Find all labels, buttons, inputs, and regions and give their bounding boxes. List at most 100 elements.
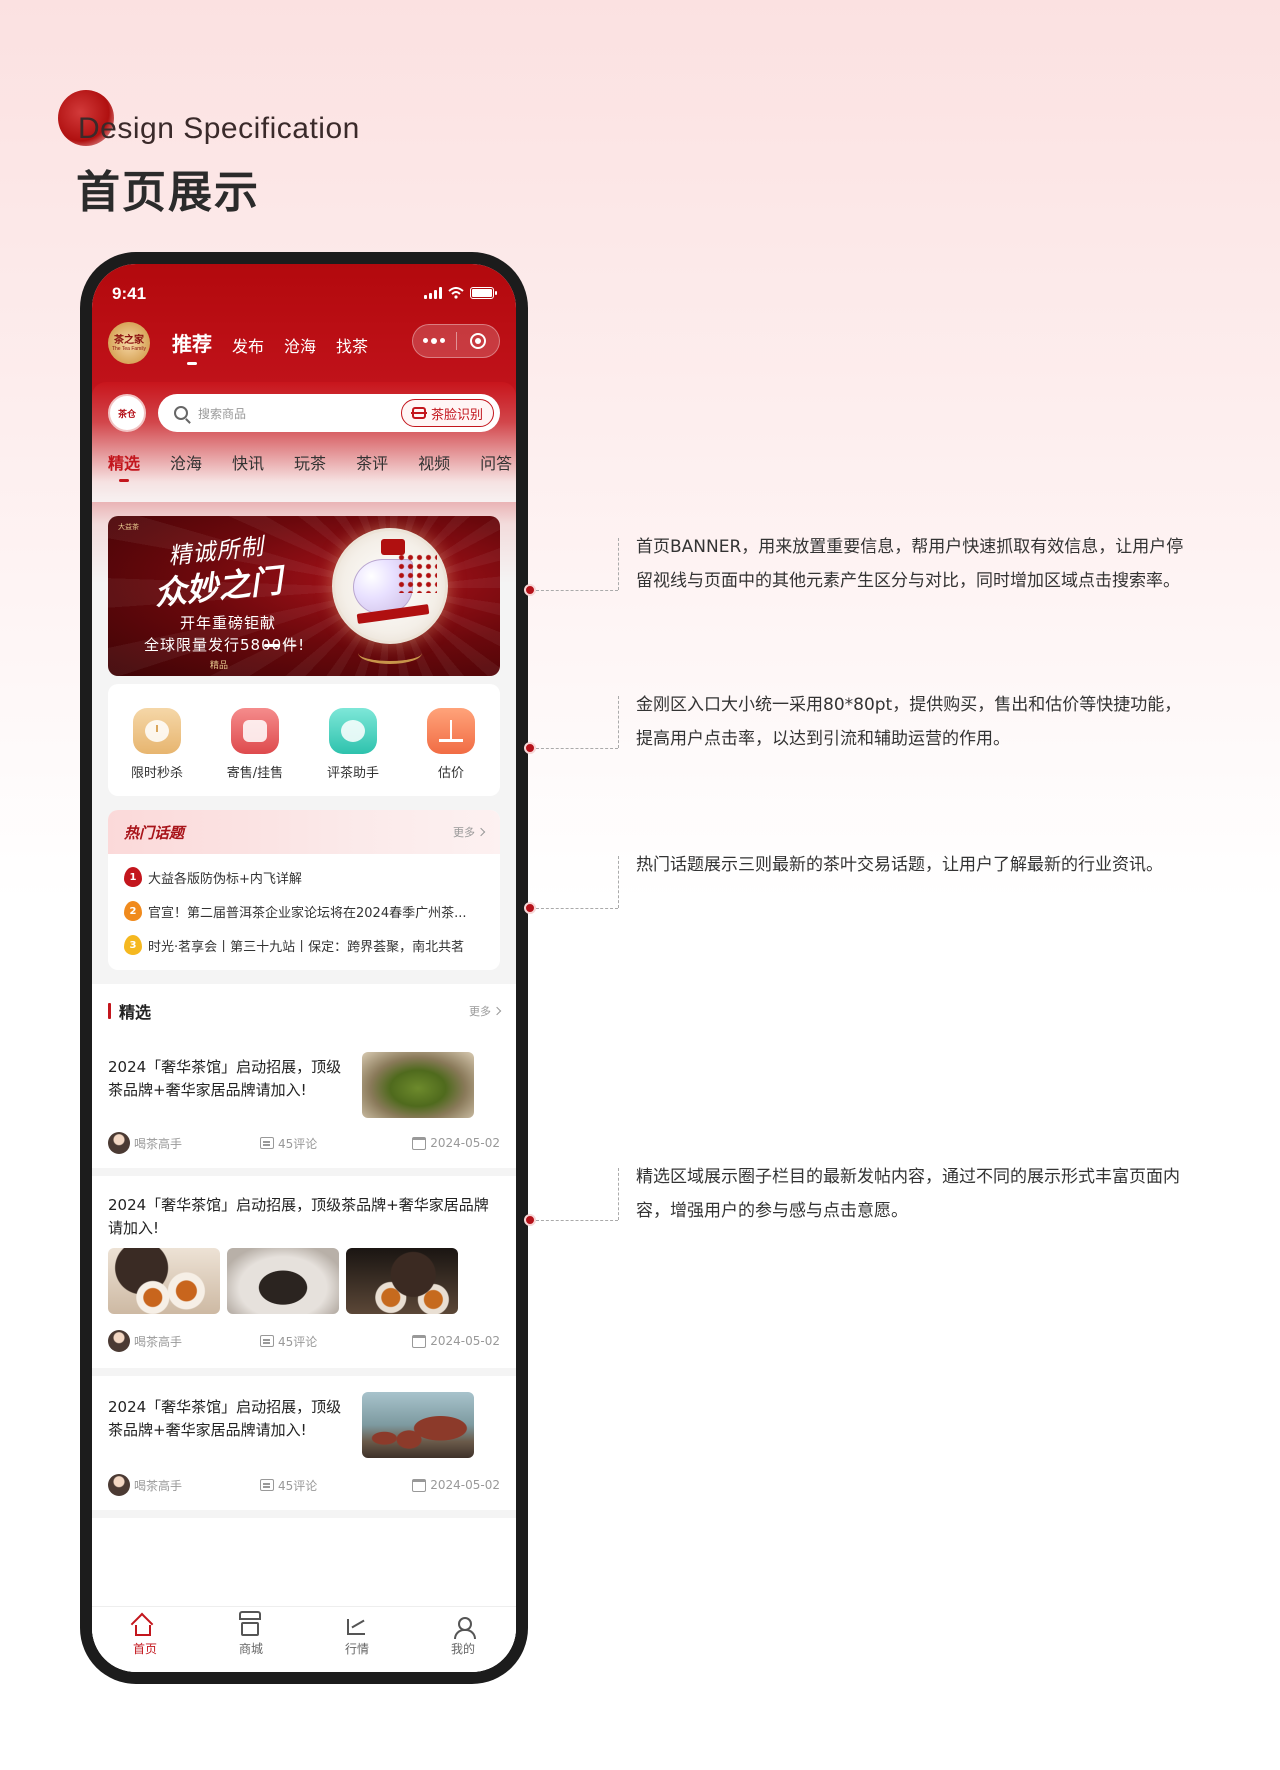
scan-label: 茶脸识别	[430, 407, 483, 423]
tab-find-tea[interactable]: 找茶	[336, 333, 368, 357]
chevron-right-icon	[492, 1006, 502, 1016]
annotation-text: 金刚区入口大小统一采用80*80pt，提供购买，售出和估价等快捷功能，提高用户点…	[636, 695, 1182, 749]
category-tab-play[interactable]: 玩茶	[294, 450, 326, 474]
home-banner[interactable]: 大益茶 精诚所制 众妙之门 开年重磅钜献 全球限量发行5800件! 精品	[108, 516, 500, 676]
home-icon	[135, 1625, 151, 1636]
scan-icon	[410, 407, 427, 419]
miniprogram-capsule	[412, 324, 500, 358]
banner-dot	[292, 644, 296, 647]
status-bar: 9:41	[92, 284, 516, 308]
annotation-connector	[536, 590, 618, 591]
banner-headline: 开年重磅钜献	[180, 614, 277, 632]
topic-item[interactable]: 3 时光·茗享会丨第三十九站丨保定：跨界荟聚，南北共茗	[124, 928, 484, 962]
search-placeholder: 搜索商品	[198, 406, 247, 421]
phone-frame: 9:41 茶之家 The Tea Family 推荐 发布 沧海 找茶 茶仓 搜…	[80, 252, 528, 1684]
annotation-dot	[524, 584, 536, 596]
top-tabs: 推荐 发布 沧海 找茶	[172, 328, 368, 365]
topic-item[interactable]: 1 大益各版防伪标+内飞详解	[124, 860, 484, 894]
calendar-icon	[412, 1334, 427, 1348]
featured-header: 精选 更多	[92, 984, 516, 1038]
more-menu-button[interactable]	[413, 325, 456, 357]
category-tab-qa[interactable]: 问答	[480, 450, 512, 474]
tab-market[interactable]: 行情	[304, 1617, 410, 1672]
annotation-dot	[524, 1214, 536, 1226]
post-author: 喝茶高手	[134, 1478, 183, 1493]
search-input[interactable]: 搜索商品 茶脸识别	[158, 394, 500, 432]
design-spec-label: Design Specification	[78, 112, 360, 145]
phone-screen: 9:41 茶之家 The Tea Family 推荐 发布 沧海 找茶 茶仓 搜…	[92, 264, 516, 1672]
avatar	[108, 1132, 130, 1154]
banner-brand: 大益茶	[118, 523, 139, 531]
post-meta: 喝茶高手 45评论 2024-05-02	[108, 1330, 500, 1352]
tea-face-scan-button[interactable]: 茶脸识别	[400, 399, 494, 427]
quick-entry-grid: 限时秒杀 寄售/挂售 评茶助手 估价	[108, 684, 500, 796]
shopping-bag-icon	[231, 708, 279, 754]
post-title: 2024「奢华茶馆」启动招展，顶级茶品牌+奢华家居品牌请加入!	[108, 1398, 342, 1439]
wheat-decoration	[358, 642, 422, 664]
quick-entry-consignment[interactable]: 寄售/挂售	[215, 708, 295, 796]
post-date: 2024-05-02	[412, 1478, 500, 1492]
annotation-connector	[536, 1220, 618, 1221]
post-meta: 喝茶高手 45评论 2024-05-02	[108, 1474, 500, 1496]
annotation-dot	[524, 742, 536, 754]
tab-store[interactable]: 商城	[198, 1617, 304, 1672]
tea-warehouse-logo[interactable]: 茶仓	[108, 394, 146, 432]
comment-icon	[260, 1479, 274, 1491]
tea-cake-image	[332, 528, 448, 644]
wifi-icon	[448, 287, 464, 299]
calendar-icon	[412, 1136, 427, 1150]
post-date: 2024-05-02	[412, 1136, 500, 1150]
category-tab-video[interactable]: 视频	[418, 450, 450, 474]
annotation-text: 精选区域展示圈子栏目的最新发帖内容，通过不同的展示形式丰富页面内容，增强用户的参…	[636, 1167, 1180, 1221]
close-miniprogram-button[interactable]	[457, 325, 500, 357]
annotation-dot	[524, 902, 536, 914]
category-tab-news[interactable]: 快讯	[232, 450, 264, 474]
post-comments[interactable]: 45评论	[260, 1477, 412, 1494]
green-tea-photo	[362, 1052, 474, 1118]
category-tab-review[interactable]: 茶评	[356, 450, 388, 474]
hot-topics-card: 热门话题 更多 1 大益各版防伪标+内飞详解 2 官宣！第二届普洱茶企业家论坛将…	[108, 810, 500, 970]
annotation-connector	[536, 748, 618, 749]
post-title: 2024「奢华茶馆」启动招展，顶级茶品牌+奢华家居品牌请加入!	[108, 1196, 489, 1237]
divider	[92, 1510, 516, 1518]
annotation-connector	[618, 538, 619, 590]
banner-dot	[284, 644, 288, 647]
dark-tea-leaves-photo	[227, 1248, 339, 1314]
page-title: 首页展示	[76, 167, 260, 218]
quick-entry-tea-assistant[interactable]: 评茶助手	[313, 708, 393, 796]
status-icons	[424, 287, 497, 299]
topic-item[interactable]: 2 官宣！第二届普洱茶企业家论坛将在2024春季广州茶...	[124, 894, 484, 928]
avatar	[108, 1474, 130, 1496]
comment-icon	[260, 1137, 274, 1149]
banner-pagination[interactable]	[264, 644, 296, 647]
featured-title: 精选	[108, 999, 151, 1023]
user-icon	[453, 1617, 476, 1639]
post-comments[interactable]: 45评论	[260, 1135, 412, 1152]
comment-icon	[260, 1335, 274, 1347]
search-icon	[174, 406, 188, 420]
quick-entry-valuation[interactable]: 估价	[411, 708, 491, 796]
category-tab-canghai[interactable]: 沧海	[170, 450, 202, 474]
post-card[interactable]: 2024「奢华茶馆」启动招展，顶级茶品牌+奢华家居品牌请加入!	[92, 1194, 516, 1240]
category-tab-featured[interactable]: 精选	[108, 450, 140, 482]
banner-tag: 精品	[210, 661, 229, 671]
rank-flame-icon: 1	[124, 867, 142, 887]
tab-profile[interactable]: 我的	[410, 1617, 516, 1672]
battery-icon	[470, 287, 497, 299]
app-logo[interactable]: 茶之家 The Tea Family	[108, 322, 150, 364]
post-comments[interactable]: 45评论	[260, 1333, 412, 1350]
annotation-connector	[618, 696, 619, 748]
post-author: 喝茶高手	[134, 1334, 183, 1349]
post-date: 2024-05-02	[412, 1334, 500, 1348]
tab-recommend[interactable]: 推荐	[172, 328, 212, 365]
quick-entry-flash-sale[interactable]: 限时秒杀	[117, 708, 197, 796]
tab-home[interactable]: 首页	[92, 1617, 198, 1672]
annotation-text: 首页BANNER，用来放置重要信息，帮用户快速抓取有效信息，让用户停留视线与页面…	[636, 537, 1184, 591]
featured-more-link[interactable]: 更多	[469, 1003, 502, 1019]
annotation-connector	[618, 1168, 619, 1220]
featured-section: 精选 更多 2024「奢华茶馆」启动招展，顶级茶品牌+奢华家居品牌请加入! 喝茶…	[92, 984, 516, 1672]
tab-canghai[interactable]: 沧海	[284, 333, 316, 357]
hot-topics-more-link[interactable]: 更多	[453, 824, 486, 840]
post-meta: 喝茶高手 45评论 2024-05-02	[108, 1132, 500, 1154]
tab-publish[interactable]: 发布	[232, 333, 264, 357]
